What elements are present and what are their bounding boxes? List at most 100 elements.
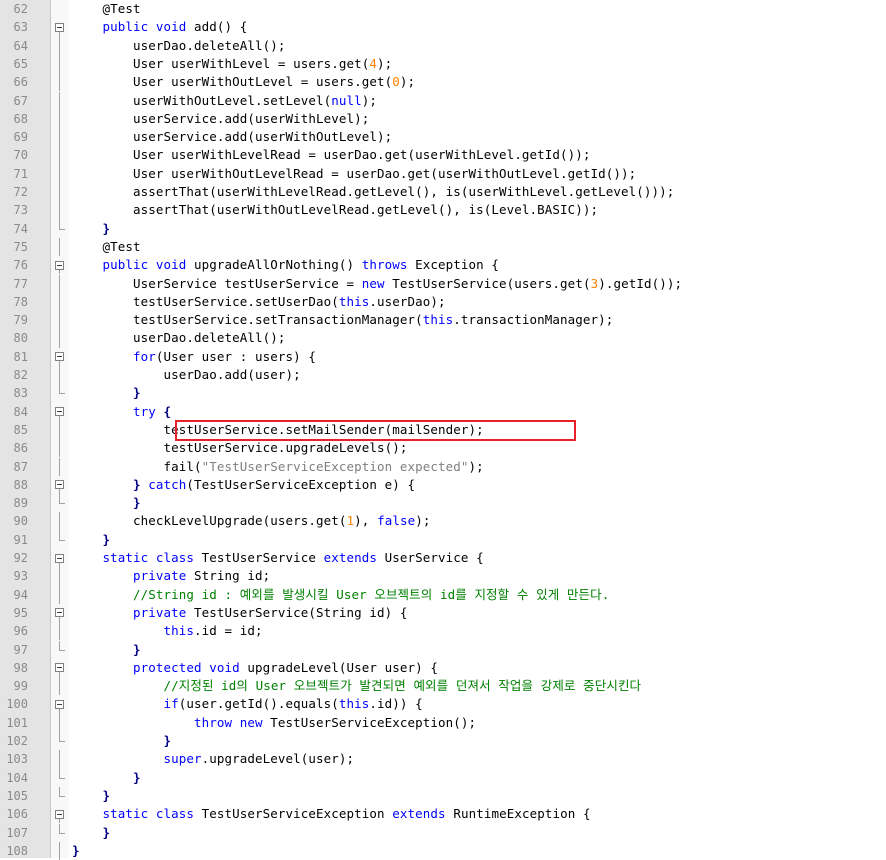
fold-end-mark <box>59 649 65 651</box>
code-token: add() { <box>186 19 248 35</box>
fold-collapse-icon[interactable] <box>55 260 64 270</box>
code-token: static class <box>72 806 195 822</box>
fold-collapse-icon[interactable] <box>55 480 64 490</box>
line-number: 94 <box>13 587 28 602</box>
code-line[interactable]: 71 User userWithOutLevelRead = userDao.g… <box>0 165 886 183</box>
code-line[interactable]: 81 for(User user : users) { <box>0 348 886 366</box>
code-text: private String id; <box>72 567 270 585</box>
code-line[interactable]: 92 static class TestUserService extends … <box>0 549 886 567</box>
code-line[interactable]: 68 userService.add(userWithLevel); <box>0 110 886 128</box>
line-number: 88 <box>13 477 28 492</box>
code-text: this.id = id; <box>72 622 263 640</box>
fold-collapse-icon[interactable] <box>55 407 64 417</box>
code-line[interactable]: 102 } <box>0 732 886 750</box>
code-line[interactable]: 106 static class TestUserServiceExceptio… <box>0 805 886 823</box>
code-line[interactable]: 83 } <box>0 384 886 402</box>
code-line[interactable]: 86 testUserService.upgradeLevels(); <box>0 439 886 457</box>
code-line[interactable]: 103 super.upgradeLevel(user); <box>0 750 886 768</box>
line-number: 68 <box>13 111 28 126</box>
fold-collapse-icon[interactable] <box>55 608 64 618</box>
code-line[interactable]: 75 @Test <box>0 238 886 256</box>
code-text: //지정된 id의 User 오브젝트가 발견되면 예외를 던져서 작업을 강제… <box>72 677 642 695</box>
code-line[interactable]: 66 User userWithOutLevel = users.get(0); <box>0 73 886 91</box>
fold-end-mark <box>59 777 65 779</box>
code-token: } <box>72 495 141 511</box>
code-token: public void <box>72 19 187 35</box>
code-token: extends <box>392 806 446 822</box>
fold-collapse-icon[interactable] <box>55 553 64 563</box>
code-token: fail( <box>72 458 202 474</box>
code-line[interactable]: 63 public void add() { <box>0 18 886 36</box>
line-number: 107 <box>6 825 28 840</box>
code-token: } <box>72 385 141 401</box>
code-line[interactable]: 69 userService.add(userWithOutLevel); <box>0 128 886 146</box>
fold-guide <box>59 146 60 165</box>
fold-collapse-icon[interactable] <box>55 22 64 32</box>
code-line[interactable]: 105 } <box>0 787 886 805</box>
line-number: 89 <box>13 496 28 511</box>
code-token: testUserService.upgradeLevels(); <box>72 440 408 456</box>
code-text: userWithOutLevel.setLevel(null); <box>72 92 377 110</box>
code-line[interactable]: 80 userDao.deleteAll(); <box>0 329 886 347</box>
line-number: 103 <box>6 752 28 767</box>
line-number: 86 <box>13 441 28 456</box>
code-line[interactable]: 79 testUserService.setTransactionManager… <box>0 311 886 329</box>
code-line[interactable]: 100 if(user.getId().equals(this.id)) { <box>0 695 886 713</box>
code-line[interactable]: 88 } catch(TestUserServiceException e) { <box>0 476 886 494</box>
code-token: ), <box>354 513 378 529</box>
code-token: userService.add(userWithLevel); <box>72 110 370 126</box>
fold-guide <box>59 164 60 183</box>
line-number: 65 <box>13 56 28 71</box>
code-line[interactable]: 108} <box>0 842 886 860</box>
code-token: } <box>72 842 80 858</box>
fold-collapse-icon[interactable] <box>55 352 64 362</box>
code-line[interactable]: 67 userWithOutLevel.setLevel(null); <box>0 92 886 110</box>
code-line[interactable]: 84 try { <box>0 403 886 421</box>
code-line[interactable]: 62 @Test <box>0 0 886 18</box>
code-line[interactable]: 99 //지정된 id의 User 오브젝트가 발견되면 예외를 던져서 작업을… <box>0 677 886 695</box>
fold-end-mark <box>59 393 65 395</box>
code-line[interactable]: 91 } <box>0 531 886 549</box>
code-token: extends <box>323 550 378 565</box>
fold-collapse-icon[interactable] <box>55 663 64 673</box>
code-line[interactable]: 94 //String id : 예외를 발생시킬 User 오브젝트의 id를… <box>0 586 886 604</box>
code-line[interactable]: 78 testUserService.setUserDao(this.userD… <box>0 293 886 311</box>
code-line[interactable]: 89 } <box>0 494 886 512</box>
code-line[interactable]: 72 assertThat(userWithLevelRead.getLevel… <box>0 183 886 201</box>
code-line[interactable]: 96 this.id = id; <box>0 622 886 640</box>
code-text: userService.add(userWithOutLevel); <box>72 128 392 146</box>
code-line[interactable]: 101 throw new TestUserServiceException()… <box>0 714 886 732</box>
line-number: 75 <box>13 239 28 254</box>
code-line[interactable]: 104 } <box>0 769 886 787</box>
code-line[interactable]: 77 UserService testUserService = new Tes… <box>0 275 886 293</box>
code-line[interactable]: 107 } <box>0 824 886 842</box>
line-number: 77 <box>13 276 28 291</box>
code-line[interactable]: 64 userDao.deleteAll(); <box>0 37 886 55</box>
code-text: checkLevelUpgrade(users.get(1), false); <box>72 512 430 530</box>
code-line[interactable]: 73 assertThat(userWithOutLevelRead.getLe… <box>0 201 886 219</box>
fold-guide <box>59 311 60 330</box>
line-number: 69 <box>13 130 28 145</box>
code-line[interactable]: 82 userDao.add(user); <box>0 366 886 384</box>
code-text: userDao.add(user); <box>72 366 301 384</box>
fold-collapse-icon[interactable] <box>55 809 64 819</box>
code-token: RuntimeException { <box>445 806 591 822</box>
code-line[interactable]: 93 private String id; <box>0 567 886 585</box>
fold-collapse-icon[interactable] <box>55 699 64 709</box>
code-line[interactable]: 87 fail("TestUserServiceException expect… <box>0 458 886 476</box>
code-token: new <box>361 275 385 291</box>
code-text: } <box>72 494 141 512</box>
code-line[interactable]: 97 } <box>0 641 886 659</box>
code-token: this <box>338 696 370 712</box>
code-line[interactable]: 90 checkLevelUpgrade(users.get(1), false… <box>0 512 886 530</box>
line-number: 79 <box>13 313 28 328</box>
code-line[interactable]: 74 } <box>0 220 886 238</box>
code-line[interactable]: 95 private TestUserService(String id) { <box>0 604 886 622</box>
code-line[interactable]: 70 User userWithLevelRead = userDao.get(… <box>0 146 886 164</box>
code-line[interactable]: 98 protected void upgradeLevel(User user… <box>0 659 886 677</box>
line-number: 99 <box>13 679 28 694</box>
code-line[interactable]: 65 User userWithLevel = users.get(4); <box>0 55 886 73</box>
code-line[interactable]: 76 public void upgradeAllOrNothing() thr… <box>0 256 886 274</box>
fold-guide <box>59 512 60 531</box>
code-token: .id)) { <box>369 696 423 712</box>
